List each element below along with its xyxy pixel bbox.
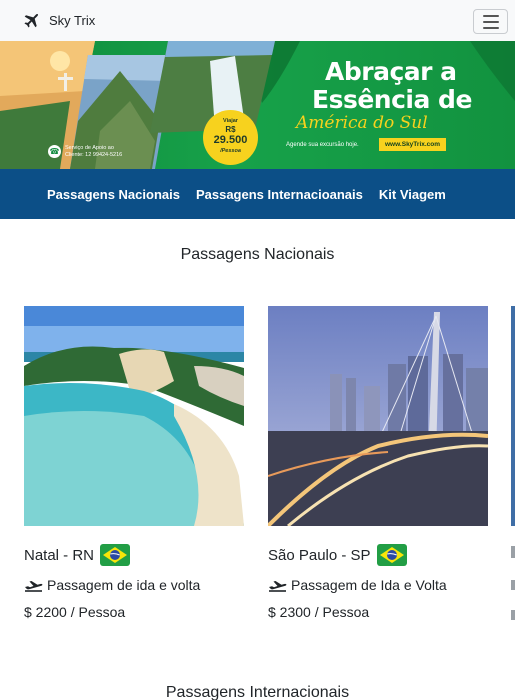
card-description-row: Passagem de ida e volta [24, 576, 244, 594]
card-partial-title-fragment [511, 546, 515, 558]
brand-link[interactable]: Sky Trix [22, 12, 95, 30]
banner-script-line: América do Sul [296, 113, 428, 133]
support-text: Serviço de Apoio ao Cliente: 12 99424-52… [65, 145, 123, 158]
support-info: ☎ Serviço de Apoio ao Cliente: 12 99424-… [48, 145, 125, 158]
card-title: São Paulo - SP [268, 546, 371, 564]
price-badge-currency: R$ [225, 125, 236, 134]
card-title: Natal - RN [24, 546, 95, 564]
banner-site-tag: www.SkyTrix.com [379, 138, 447, 151]
banner-promo-image: Abraçar a Essência de América do Sul Age… [0, 41, 515, 169]
whatsapp-icon: ☎ [48, 145, 61, 158]
plane-departure-icon [25, 581, 43, 592]
banner-nav-link-internacionais[interactable]: Passagens Internacioanais [196, 187, 363, 202]
card-price: $ 2300 / Pessoa [268, 604, 370, 620]
banner-cta-text: Agende sua excursão hoje. [286, 142, 359, 148]
section-title-internacionais: Passagens Internacionais [165, 684, 350, 700]
card-title-row: Natal - RN [24, 543, 244, 567]
banner-headline-line2: Essência de [312, 85, 472, 114]
card-description-row: Passagem de Ida e Volta [268, 576, 488, 594]
destination-card-sao-paulo[interactable]: São Paulo - SP Passagem de Ida e Volta $… [268, 306, 488, 622]
airplane-icon [24, 13, 39, 28]
banner-headline-line1: Abraçar a [325, 57, 457, 86]
plane-departure-icon [269, 581, 287, 592]
card-description: Passagem de ida e volta [47, 577, 201, 593]
brazil-flag-icon [100, 544, 131, 566]
price-badge-value: 29.500 [213, 134, 248, 146]
navbar-toggler-button[interactable] [473, 9, 508, 34]
destination-card-natal[interactable]: Natal - RN Passagem de ida e volta $ 220… [24, 306, 244, 622]
card-partial-line-fragment [511, 580, 515, 590]
price-badge: Viajar R$ 29.500 /Pessoa [203, 110, 258, 165]
price-badge-unit: /Pessoa [220, 148, 241, 154]
hero-banner: Abraçar a Essência de América do Sul Age… [0, 41, 515, 219]
price-badge-label: Viajar [223, 118, 238, 124]
hamburger-menu-icon [482, 14, 499, 17]
card-description: Passagem de Ida e Volta [291, 577, 447, 593]
brazil-flag-icon [376, 544, 407, 566]
navbar: Sky Trix [0, 0, 515, 41]
banner-nav-link-nacionais[interactable]: Passagens Nacionais [47, 187, 180, 202]
card-price: $ 2200 / Pessoa [24, 604, 126, 620]
card-image-natal [24, 306, 244, 526]
card-image-sao-paulo [268, 306, 488, 526]
brand-name: Sky Trix [49, 13, 96, 28]
section-title-nacionais: Passagens Nacionais [180, 246, 335, 263]
card-partial-price-fragment [511, 610, 515, 620]
card-title-row: São Paulo - SP [268, 543, 488, 567]
banner-nav: Passagens Nacionais Passagens Internacio… [0, 169, 515, 219]
destination-card-partial[interactable] [511, 306, 515, 526]
banner-nav-link-kit-viagem[interactable]: Kit Viagem [379, 187, 446, 202]
